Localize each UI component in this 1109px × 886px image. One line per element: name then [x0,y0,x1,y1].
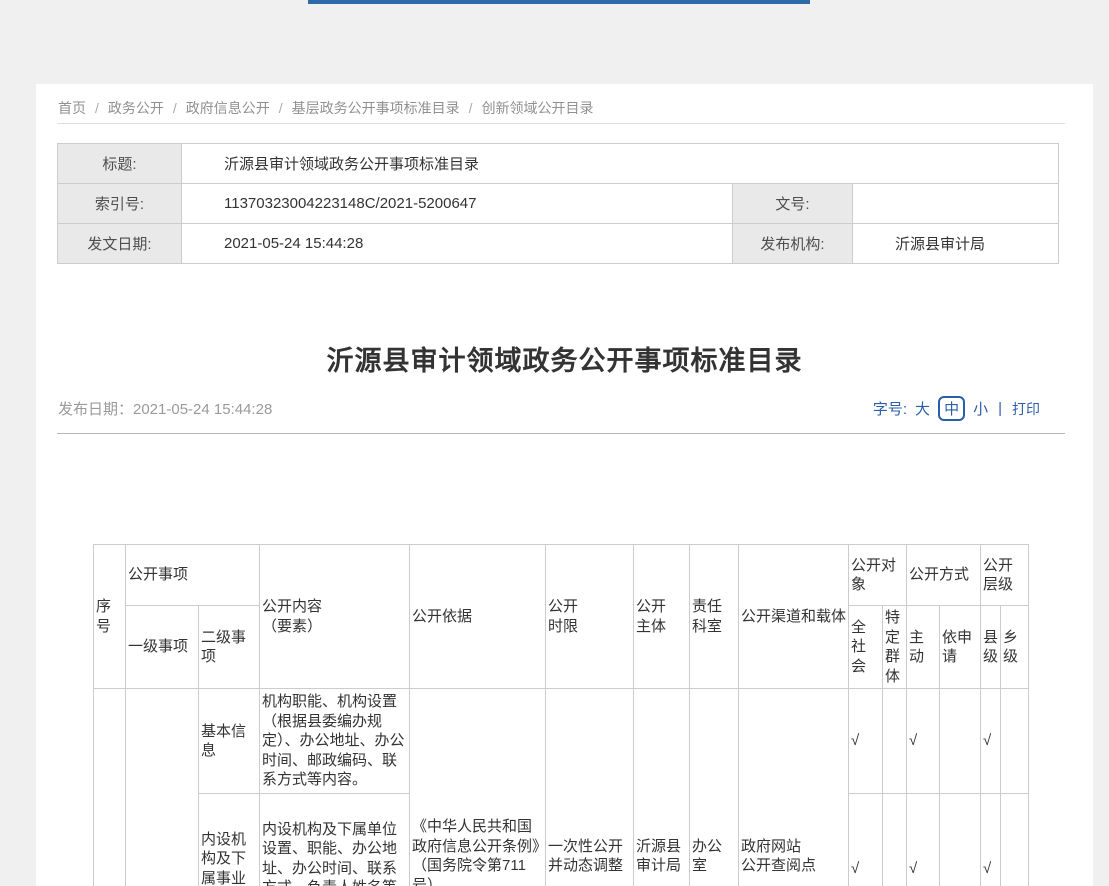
breadcrumb-current[interactable]: 创新领域公开目录 [482,100,594,116]
header-serial: 序号 [94,545,126,689]
cell-proactive-check: √ [907,689,940,794]
cell-township [1001,794,1029,886]
header-public-matter: 公开事项 [126,545,260,606]
header-channel: 公开渠道和载体 [739,545,849,689]
content-panel: 首页 / 政务公开 / 政府信息公开 / 基层政务公开事项标准目录 / 创新领域公开目录 标题:… [36,84,1093,886]
cell-time-limit: 一次性公开并动态调整 [546,689,634,886]
cell-township [1001,689,1029,794]
cell-channel: 政府网站 公开查阅点 [739,689,849,886]
breadcrumb-divider [57,123,1065,124]
header-audience: 公开对象 [849,545,907,606]
publish-info-row: 发布日期：2021-05-24 15:44:28 字号: 大 中 小 | 打印 [58,396,1040,421]
header-county-level: 县级 [981,606,1001,689]
top-nav-bar-edge [308,0,810,4]
meta-agency-label: 发布机构: [733,224,853,264]
cell-specific-group [883,794,907,886]
header-township-level: 乡级 [1001,606,1029,689]
header-time-limit: 公开 时限 [546,545,634,689]
header-level: 公开层级 [981,545,1029,606]
header-content: 公开内容 （要素） [260,545,410,689]
cell-whole-society-check: √ [849,689,883,794]
header-responsible-dept: 责任科室 [690,545,739,689]
breadcrumb: 首页 / 政务公开 / 政府信息公开 / 基层政务公开事项标准目录 / 创新领域公开目录 [58,98,594,118]
cell-level2-item: 内设机构及下属事业单位 [199,794,260,886]
breadcrumb-home[interactable]: 首页 [58,100,86,116]
cell-on-request [940,794,981,886]
cell-on-request [940,689,981,794]
font-size-label: 字号: [873,398,907,419]
font-size-large-button[interactable]: 大 [915,398,930,419]
meta-row-index: 索引号: 11370323004223148C/2021-5200647 文号: [58,184,1059,224]
cell-specific-group [883,689,907,794]
font-size-controls: 字号: 大 中 小 | 打印 [873,396,1040,421]
cell-proactive-check: √ [907,794,940,886]
meta-title-value: 沂源县审计领域政务公开事项标准目录 [182,144,1059,184]
meta-row-date: 发文日期: 2021-05-24 15:44:28 发布机构: 沂源县审计局 [58,224,1059,264]
toolbar-divider: | [998,400,1002,417]
cell-level1-item [126,689,199,886]
meta-date-value: 2021-05-24 15:44:28 [182,224,733,264]
breadcrumb-separator: / [173,100,177,116]
cell-county-check: √ [981,689,1001,794]
breadcrumb-separator: / [95,100,99,116]
cell-responsible-dept: 办公室 [690,689,739,886]
breadcrumb-catalog[interactable]: 基层政务公开事项标准目录 [292,100,460,116]
cell-whole-society-check: √ [849,794,883,886]
header-level2-item: 二级事项 [199,606,260,689]
meta-row-title: 标题: 沂源县审计领域政务公开事项标准目录 [58,144,1059,184]
meta-agency-value: 沂源县审计局 [853,224,1059,264]
cell-serial [94,689,126,886]
meta-date-label: 发文日期: [58,224,182,264]
breadcrumb-info-public[interactable]: 政府信息公开 [186,100,270,116]
header-whole-society: 全社会 [849,606,883,689]
catalog-header-row-1: 序号 公开事项 公开内容 （要素） 公开依据 公开 时限 公开 主体 责任科室 … [94,545,1029,606]
meta-title-label: 标题: [58,144,182,184]
header-basis: 公开依据 [410,545,546,689]
header-method: 公开方式 [907,545,981,606]
header-on-request: 依申请 [940,606,981,689]
publish-date: 发布日期：2021-05-24 15:44:28 [58,398,272,419]
catalog-data-row-1: 基本信息 机构职能、机构设置（根据县委编办规定）、办公地址、办公时间、邮政编码、… [94,689,1029,794]
page: 首页 / 政务公开 / 政府信息公开 / 基层政务公开事项标准目录 / 创新领域公开目录 标题:… [0,0,1109,886]
meta-docno-value [853,184,1059,224]
cell-subject: 沂源县审计局 [634,689,690,886]
font-size-small-button[interactable]: 小 [973,398,988,419]
meta-index-value: 11370323004223148C/2021-5200647 [182,184,733,224]
header-proactive: 主动 [907,606,940,689]
breadcrumb-separator: / [469,100,473,116]
page-title: 沂源县审计领域政务公开事项标准目录 [36,339,1093,378]
document-meta-table: 标题: 沂源县审计领域政务公开事项标准目录 索引号: 1137032300422… [57,143,1059,264]
cell-county-check: √ [981,794,1001,886]
article-divider [57,433,1065,434]
cell-content: 机构职能、机构设置（根据县委编办规定）、办公地址、办公时间、邮政编码、联系方式等… [260,689,410,794]
print-button[interactable]: 打印 [1012,399,1040,419]
cell-level2-item: 基本信息 [199,689,260,794]
meta-docno-label: 文号: [733,184,853,224]
breadcrumb-zhengwu[interactable]: 政务公开 [108,100,164,116]
header-specific-group: 特定群体 [883,606,907,689]
meta-index-label: 索引号: [58,184,182,224]
cell-basis: 《中华人民共和国政府信息公开条例》（国务院令第711号） [410,689,546,886]
cell-content: 内设机构及下属单位设置、职能、办公地址、办公时间、联系方式、负责人姓名等内容。 [260,794,410,886]
catalog-table: 序号 公开事项 公开内容 （要素） 公开依据 公开 时限 公开 主体 责任科室 … [93,544,1029,886]
font-size-medium-button[interactable]: 中 [938,396,965,421]
breadcrumb-separator: / [279,100,283,116]
header-subject: 公开 主体 [634,545,690,689]
header-level1-item: 一级事项 [126,606,199,689]
